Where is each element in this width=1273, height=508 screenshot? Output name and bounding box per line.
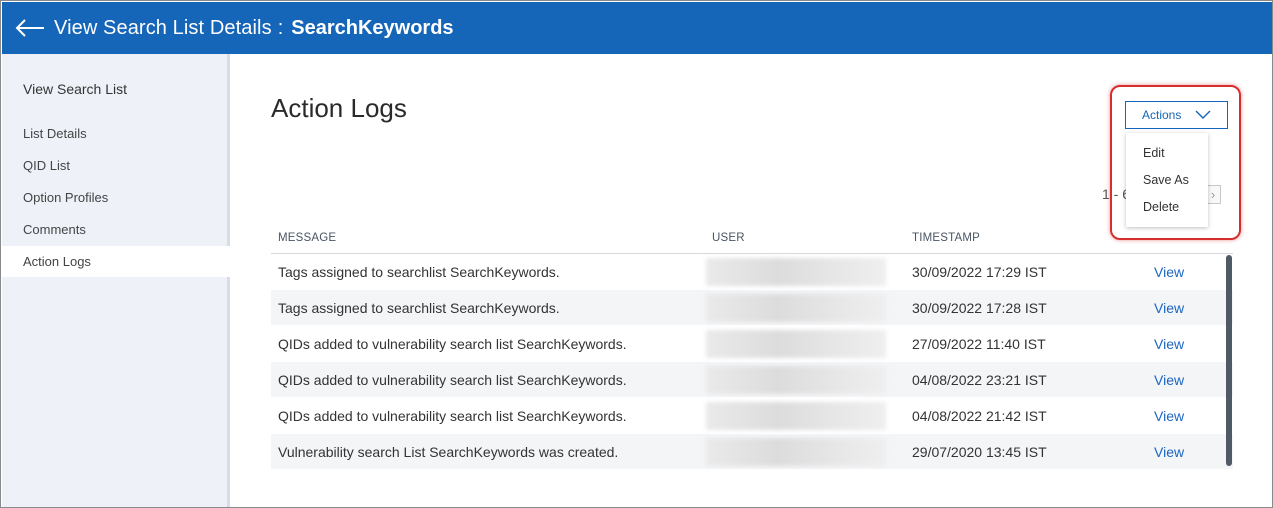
sidebar-item-comments[interactable]: Comments [2, 214, 230, 245]
annotation-highlight-box [1110, 85, 1241, 240]
table-row: QIDs added to vulnerability search list … [271, 398, 1233, 434]
redacted-user [706, 438, 886, 466]
log-timestamp: 30/09/2022 17:28 IST [912, 300, 1047, 316]
view-link[interactable]: View [1154, 264, 1184, 280]
redacted-user [706, 402, 886, 430]
sidebar-item-list-details[interactable]: List Details [2, 118, 230, 149]
redacted-user [706, 366, 886, 394]
table-header: MESSAGE USER TIMESTAMP [271, 224, 1233, 254]
back-button[interactable] [14, 13, 48, 43]
header-separator: : [277, 16, 284, 39]
table-row: Tags assigned to searchlist SearchKeywor… [271, 254, 1233, 290]
log-timestamp: 27/09/2022 11:40 IST [912, 336, 1046, 352]
view-link[interactable]: View [1154, 300, 1184, 316]
sidebar-item-action-logs[interactable]: Action Logs [2, 246, 230, 277]
table-row: Vulnerability search List SearchKeywords… [271, 434, 1233, 470]
table-scrollbar[interactable] [1226, 255, 1232, 466]
log-timestamp: 29/07/2020 13:45 IST [912, 444, 1047, 460]
sidebar-item-qid-list[interactable]: QID List [2, 150, 230, 181]
back-arrow-icon [15, 19, 44, 37]
view-link[interactable]: View [1154, 408, 1184, 424]
sidebar: View Search List List Details QID List O… [2, 54, 230, 507]
table-row: QIDs added to vulnerability search list … [271, 326, 1233, 362]
redacted-user [706, 258, 886, 286]
log-message: QIDs added to vulnerability search list … [278, 372, 627, 388]
action-logs-table: MESSAGE USER TIMESTAMP Tags assigned to … [271, 224, 1233, 470]
log-timestamp: 30/09/2022 17:29 IST [912, 264, 1047, 280]
view-link[interactable]: View [1154, 444, 1184, 460]
log-message: Vulnerability search List SearchKeywords… [278, 444, 619, 460]
table-row: QIDs added to vulnerability search list … [271, 362, 1233, 398]
window-frame: View Search List Details : SearchKeyword… [0, 0, 1273, 508]
view-link[interactable]: View [1154, 372, 1184, 388]
page-title: Action Logs [271, 93, 407, 123]
table-row: Tags assigned to searchlist SearchKeywor… [271, 290, 1233, 326]
redacted-user [706, 294, 886, 322]
log-message: QIDs added to vulnerability search list … [278, 336, 627, 352]
log-message: Tags assigned to searchlist SearchKeywor… [278, 300, 560, 316]
search-list-name: SearchKeywords [291, 16, 454, 39]
page-header-title: View Search List Details [54, 16, 272, 39]
log-timestamp: 04/08/2022 21:42 IST [912, 408, 1047, 424]
sidebar-heading: View Search List [23, 81, 128, 97]
view-link[interactable]: View [1154, 336, 1184, 352]
column-header-user[interactable]: USER [712, 232, 745, 244]
log-message: Tags assigned to searchlist SearchKeywor… [278, 264, 560, 280]
redacted-user [706, 330, 886, 358]
sidebar-item-option-profiles[interactable]: Option Profiles [2, 182, 230, 213]
column-header-message[interactable]: MESSAGE [278, 232, 336, 244]
header-bar: View Search List Details : SearchKeyword… [2, 2, 1272, 54]
log-message: QIDs added to vulnerability search list … [278, 408, 627, 424]
log-timestamp: 04/08/2022 23:21 IST [912, 372, 1047, 388]
column-header-timestamp[interactable]: TIMESTAMP [912, 232, 980, 244]
